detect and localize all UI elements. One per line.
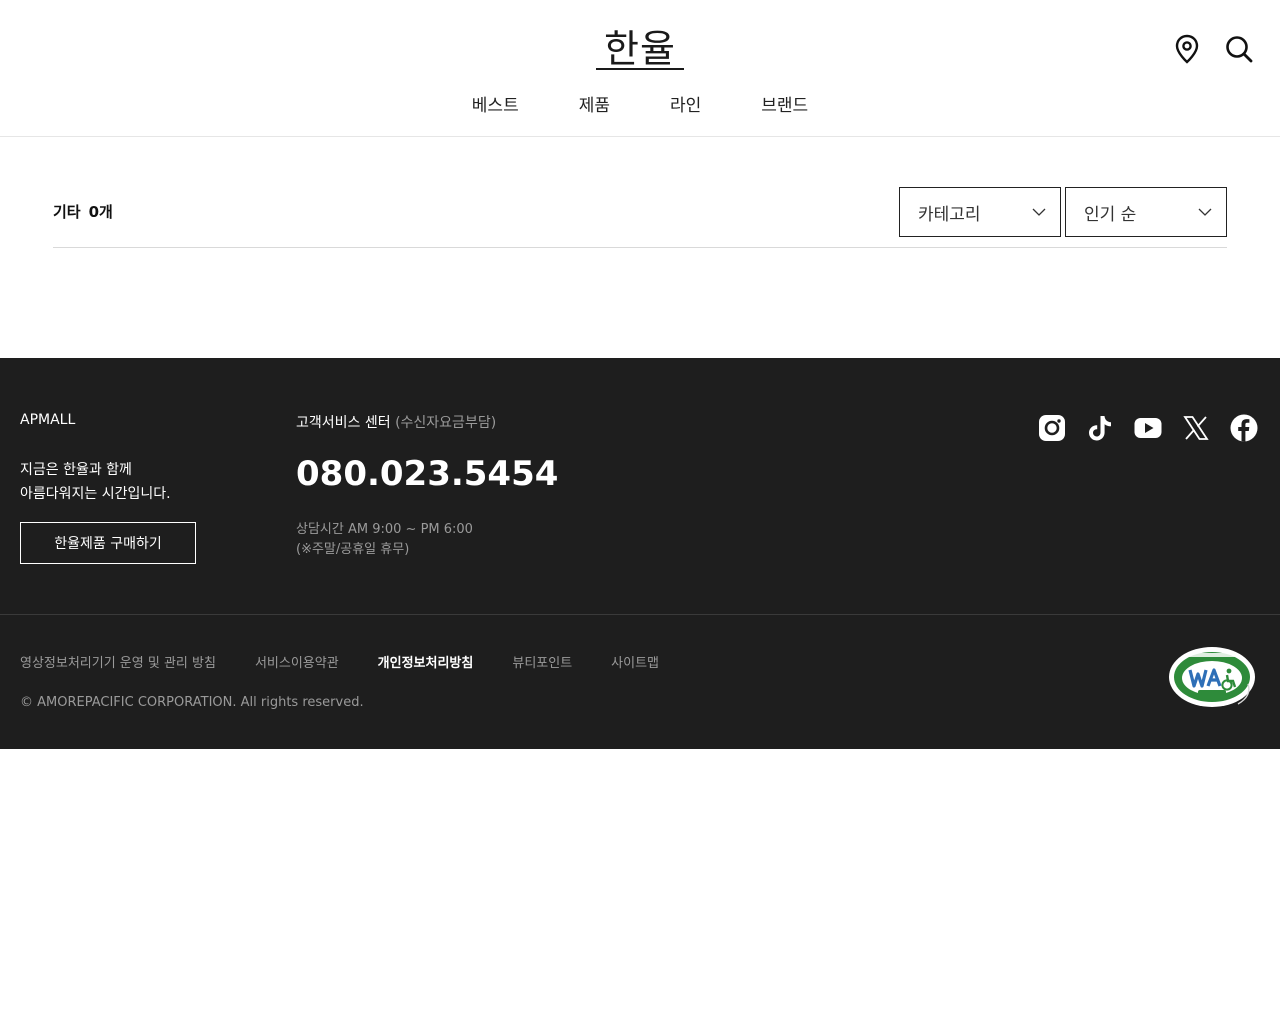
filter-selects: 카테고리 인기 순 xyxy=(899,187,1227,237)
cs-hours: 상담시간 AM 9:00 ~ PM 6:00 (※주말/공휴일 휴무) xyxy=(296,520,473,560)
cs-hours-line-1: 상담시간 AM 9:00 ~ PM 6:00 xyxy=(296,522,473,537)
cs-hours-line-2: (※주말/공휴일 휴무) xyxy=(296,542,410,557)
footer-links: 영상정보처리기기 운영 및 관리 방침 서비스이용약관 개인정보처리방침 뷰티포… xyxy=(20,652,659,671)
nav-item-line[interactable]: 라인 xyxy=(640,92,731,120)
category-title: 기타 xyxy=(53,203,81,221)
facebook-icon[interactable] xyxy=(1230,414,1258,442)
chevron-down-icon xyxy=(1198,208,1212,216)
copyright: © AMOREPACIFIC CORPORATION. All rights r… xyxy=(20,695,364,710)
search-icon[interactable] xyxy=(1224,34,1254,64)
logo-text: 한율 xyxy=(604,27,676,71)
brand-logo[interactable]: 한율 xyxy=(590,26,690,72)
sort-select[interactable]: 인기 순 xyxy=(1065,187,1227,237)
footer-link-cctv-policy[interactable]: 영상정보처리기기 운영 및 관리 방침 xyxy=(20,652,216,671)
result-bar: 기타 0개 카테고리 인기 순 xyxy=(53,187,1227,248)
main-navigation: 베스트 제품 라인 브랜드 xyxy=(0,92,1280,120)
footer-link-beauty-point[interactable]: 뷰티포인트 xyxy=(512,652,572,671)
footer-link-privacy[interactable]: 개인정보처리방침 xyxy=(378,652,474,671)
sns-links xyxy=(1038,414,1258,442)
footer-brand[interactable]: APMALL xyxy=(20,412,75,428)
category-select[interactable]: 카테고리 xyxy=(899,187,1061,237)
footer-link-sitemap[interactable]: 사이트맵 xyxy=(611,652,659,671)
sort-select-value: 인기 순 xyxy=(1084,204,1137,225)
slogan-line-1: 지금은 한율과 함께 xyxy=(20,462,132,478)
nav-item-best[interactable]: 베스트 xyxy=(442,92,549,120)
cs-title-sub: (수신자요금부담) xyxy=(395,415,497,431)
site-footer: APMALL 지금은 한율과 함께 아름다워지는 시간입니다. 한율제품 구매하… xyxy=(0,358,1280,749)
cs-title: 고객서비스 센터 (수신자요금부담) xyxy=(296,412,496,432)
site-header: 한율 베스트 제품 라인 브랜드 xyxy=(0,0,1280,137)
instagram-icon[interactable] xyxy=(1038,414,1066,442)
logo-underline xyxy=(596,68,684,70)
header-icons xyxy=(1172,34,1254,64)
web-accessibility-badge[interactable] xyxy=(1168,644,1260,710)
slogan-line-2: 아름다워지는 시간입니다. xyxy=(20,486,171,502)
location-icon[interactable] xyxy=(1172,34,1202,64)
x-icon[interactable] xyxy=(1182,414,1210,442)
nav-item-products[interactable]: 제품 xyxy=(549,92,640,120)
footer-slogan: 지금은 한율과 함께 아름다워지는 시간입니다. xyxy=(20,458,171,506)
footer-link-terms[interactable]: 서비스이용약관 xyxy=(255,652,339,671)
cs-phone-number[interactable]: 080.023.5454 xyxy=(296,454,558,494)
buy-products-button[interactable]: 한율제품 구매하기 xyxy=(20,522,196,564)
product-list-section: 기타 0개 카테고리 인기 순 xyxy=(53,187,1227,248)
youtube-icon[interactable] xyxy=(1134,414,1162,442)
footer-top: APMALL 지금은 한율과 함께 아름다워지는 시간입니다. 한율제품 구매하… xyxy=(0,358,1280,615)
result-count: 0개 xyxy=(88,203,113,221)
chevron-down-icon xyxy=(1032,208,1046,216)
cs-title-main: 고객서비스 센터 xyxy=(296,415,391,431)
category-select-value: 카테고리 xyxy=(918,204,981,225)
nav-item-brand[interactable]: 브랜드 xyxy=(731,92,838,120)
result-label: 기타 0개 xyxy=(53,201,113,222)
tiktok-icon[interactable] xyxy=(1086,414,1114,442)
